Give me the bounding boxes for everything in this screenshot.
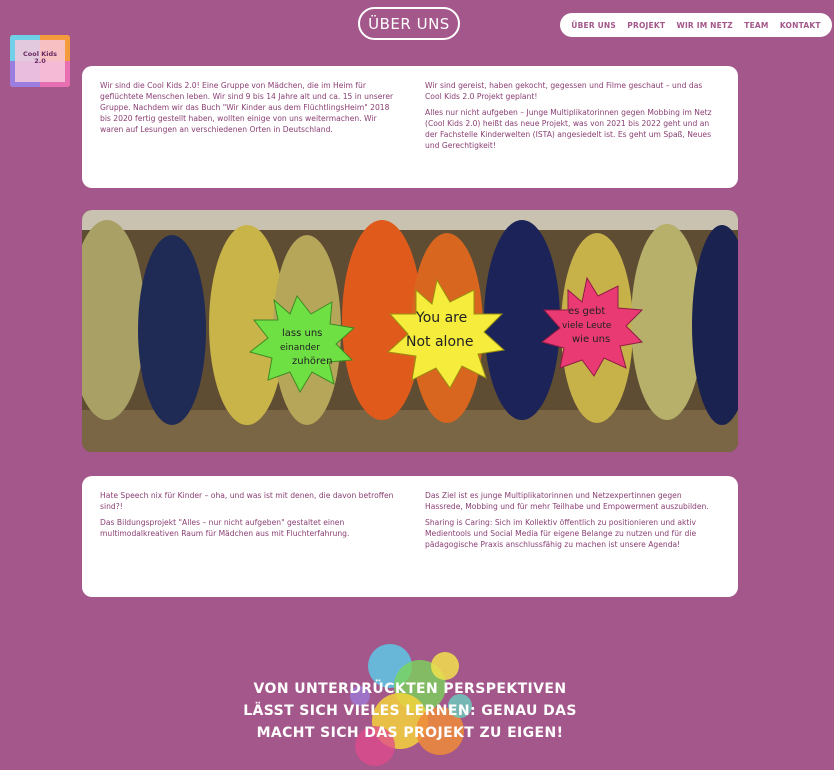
nav-item-wir-im-netz[interactable]: WIR IM NETZ [676,21,732,30]
slippers-photo: lass uns einander zuhören You are Not al… [82,210,738,452]
intro-paragraph: Wir sind die Cool Kids 2.0! Eine Gruppe … [100,81,394,134]
main-nav: ÜBER UNS PROJEKT WIR IM NETZ TEAM KONTAK… [560,13,832,37]
project-paragraph: Das Bildungsprojekt "Alles – nur nicht a… [100,518,350,538]
nav-item-projekt[interactable]: PROJEKT [627,21,665,30]
star3-line1: es gebt [568,306,605,317]
project-right-column: Das Ziel ist es junge Multiplikatorinnen… [425,490,720,583]
page-section-title: ÜBER UNS [358,7,460,40]
intro-left-column: Wir sind die Cool Kids 2.0! Eine Gruppe … [100,80,395,174]
nav-item-kontakt[interactable]: KONTAKT [780,21,821,30]
intro-card: Wir sind die Cool Kids 2.0! Eine Gruppe … [82,66,738,188]
star2-line1: You are [415,310,467,326]
intro-right-column: Wir sind gereist, haben gekocht, gegesse… [425,80,720,174]
nav-item-ueber-uns[interactable]: ÜBER UNS [571,21,616,30]
nav-item-team[interactable]: TEAM [744,21,768,30]
star1-line1: lass uns [282,328,322,339]
project-paragraph: Sharing is Caring: Sich im Kollektiv öff… [425,518,697,549]
intro-paragraph: Alles nur nicht aufgeben – Junge Multipl… [425,108,712,150]
star1-line2: einander [280,343,320,353]
slippers-illustration: lass uns einander zuhören You are Not al… [82,210,738,452]
project-paragraph: Hate Speech nix für Kinder – oha, und wa… [100,491,394,511]
site-logo[interactable]: Cool Kids 2.0 [10,35,70,87]
project-paragraph: Das Ziel ist es junge Multiplikatorinnen… [425,491,709,511]
star3-line2: viele Leute [562,321,612,331]
headline: VON UNTERDRÜCKTEN PERSPEKTIVEN LÄSST SIC… [243,681,577,741]
star3-line3: wie uns [572,334,610,345]
project-left-column: Hate Speech nix für Kinder – oha, und wa… [100,490,395,583]
star1-line3: zuhören [292,356,332,367]
star2-line2: Not alone [406,334,474,350]
intro-paragraph: Wir sind gereist, haben gekocht, gegesse… [425,81,703,101]
project-card: Hate Speech nix für Kinder – oha, und wa… [82,476,738,597]
logo-text-line2: 2.0 [34,57,46,66]
logo-text: Cool Kids 2.0 [10,50,70,66]
